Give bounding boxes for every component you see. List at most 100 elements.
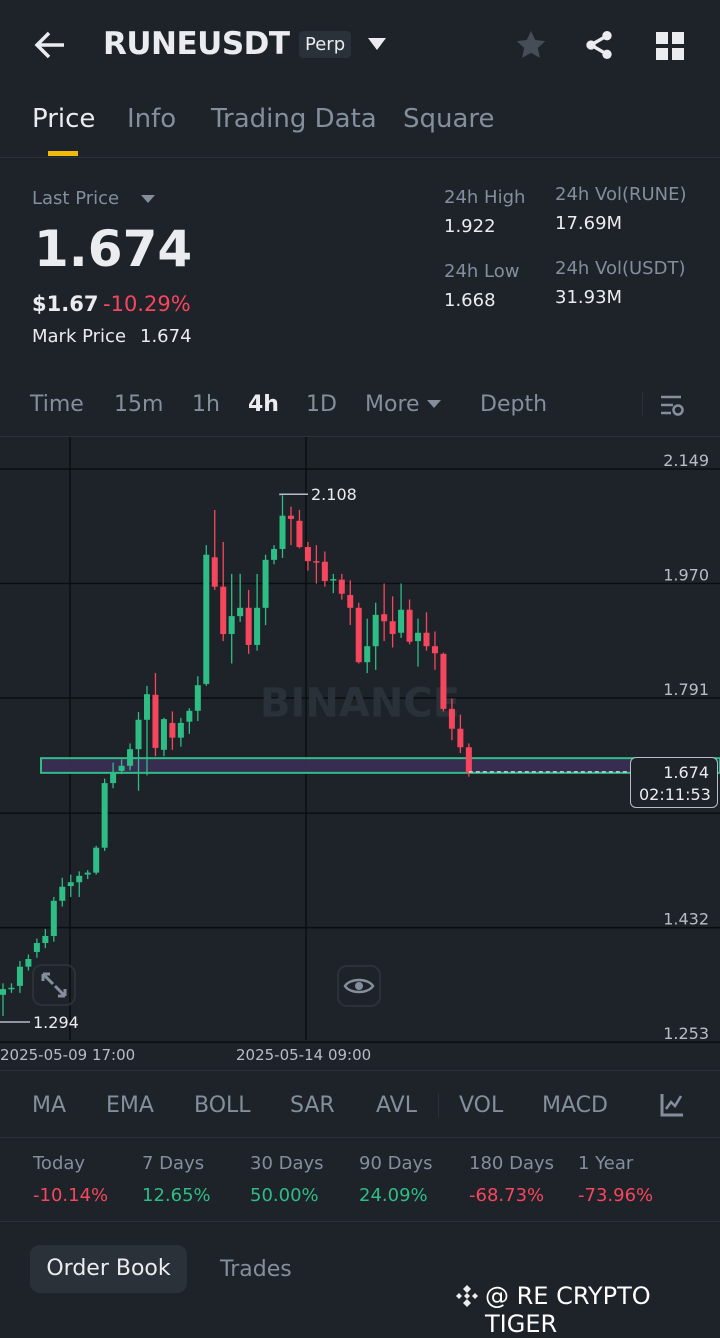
tab-order-book[interactable]: Order Book [30, 1245, 187, 1293]
back-button[interactable] [32, 28, 68, 62]
active-tab-indicator [48, 151, 78, 156]
low-value: 1.668 [444, 290, 496, 311]
candle-body [304, 547, 311, 562]
price-tag: 1.674 02:11:53 [630, 757, 718, 808]
y-tick-label: 1.970 [663, 566, 709, 585]
indicator-boll[interactable]: BOLL [194, 1093, 251, 1118]
support-zone [40, 757, 720, 774]
candle-body [50, 900, 57, 936]
candle-body [135, 719, 142, 750]
tab-trades[interactable]: Trades [220, 1257, 292, 1282]
arrow-left-icon [34, 31, 64, 59]
last-price-label[interactable]: Last Price [32, 188, 119, 209]
more-caret-icon[interactable] [427, 400, 441, 408]
candle-body [76, 875, 83, 883]
y-tick-label: 1.253 [663, 1024, 709, 1043]
divider [0, 1221, 720, 1222]
contract-badge: Perp [299, 31, 352, 58]
candle-body [279, 515, 286, 549]
candle-body [262, 559, 269, 608]
candle-body [415, 632, 422, 642]
symbol-title[interactable]: RUNEUSDT [103, 26, 290, 62]
grid-menu-icon[interactable] [656, 32, 684, 64]
y-tick-label: 1.791 [663, 680, 709, 699]
candle-body [160, 719, 167, 750]
candle-body [296, 520, 303, 548]
last-price: 1.674 [34, 220, 193, 278]
y-tick-label: 2.149 [663, 451, 709, 470]
divider [0, 157, 720, 158]
candle-body [389, 621, 396, 635]
interval-more[interactable]: More [365, 392, 420, 417]
candle-body [313, 561, 320, 563]
change-percent: -10.29% [103, 292, 191, 316]
indicator-ma[interactable]: MA [32, 1093, 66, 1118]
candle-body [93, 847, 100, 873]
high-label: 24h High [444, 187, 526, 208]
interval-time[interactable]: Time [30, 392, 84, 417]
chart-settings-icon[interactable] [659, 394, 685, 422]
candle-body [330, 579, 337, 581]
share-icon[interactable] [583, 28, 615, 66]
favorite-star-icon[interactable] [514, 28, 548, 66]
indicator-avl[interactable]: AVL [376, 1093, 417, 1118]
candle-body [118, 765, 125, 771]
low-label: 24h Low [444, 261, 520, 282]
indicator-settings-icon[interactable] [660, 1093, 684, 1121]
candle-body [194, 685, 201, 711]
performance-period-value: 12.65% [142, 1185, 211, 1206]
candle-body [457, 728, 464, 748]
tab-trading-data[interactable]: Trading Data [211, 104, 377, 134]
candle-body [406, 609, 413, 642]
eye-icon [343, 978, 375, 994]
high-value: 1.922 [444, 216, 496, 237]
candle-body [16, 966, 23, 986]
candle-body [321, 561, 328, 581]
candle-body [245, 607, 252, 645]
interval-1h[interactable]: 1h [192, 392, 220, 417]
max-price-label: 2.108 [311, 485, 357, 504]
candle-body [59, 886, 66, 901]
candle-body [8, 987, 15, 990]
indicator-vol[interactable]: VOL [459, 1093, 503, 1118]
indicator-ema[interactable]: EMA [106, 1093, 154, 1118]
interval-4h[interactable]: 4h [248, 392, 279, 417]
candle-body [42, 935, 49, 944]
tab-info[interactable]: Info [127, 104, 176, 134]
vol-base-value: 17.69M [555, 213, 623, 234]
candle-body [152, 694, 159, 748]
visibility-toggle-button[interactable] [337, 965, 381, 1007]
performance-period-value: -73.96% [578, 1185, 654, 1206]
indicator-macd[interactable]: MACD [542, 1093, 608, 1118]
min-price-label: 1.294 [33, 1013, 79, 1032]
caret-down-icon[interactable] [141, 195, 155, 203]
candle-body [287, 515, 294, 519]
interval-depth[interactable]: Depth [480, 392, 547, 417]
vol-quote-value: 31.93M [555, 287, 623, 308]
binance-logo-icon [454, 1283, 480, 1313]
divider [642, 393, 643, 417]
binance-watermark: BINANCE [260, 681, 460, 727]
candle-body [33, 943, 40, 952]
candle-body [101, 783, 108, 848]
expand-icon [41, 972, 67, 998]
candle-body [448, 708, 455, 729]
candle-body [398, 609, 405, 633]
tab-square[interactable]: Square [403, 104, 495, 134]
symbol-dropdown-icon[interactable] [368, 38, 386, 50]
interval-1d[interactable]: 1D [306, 392, 337, 417]
mark-price-label: Mark Price [32, 326, 127, 347]
divider [0, 1070, 720, 1071]
candle-body [372, 614, 379, 647]
interval-15m[interactable]: 15m [114, 392, 163, 417]
candle-body [67, 882, 74, 887]
tab-price[interactable]: Price [32, 104, 95, 134]
indicator-sar[interactable]: SAR [290, 1093, 335, 1118]
performance-period-label: 1 Year [578, 1153, 634, 1174]
candle-body [186, 710, 193, 722]
candle-body [271, 548, 278, 560]
candle-body [127, 749, 134, 766]
candle-body [364, 646, 371, 663]
fullscreen-button[interactable] [32, 964, 76, 1006]
candle-body [84, 872, 91, 875]
